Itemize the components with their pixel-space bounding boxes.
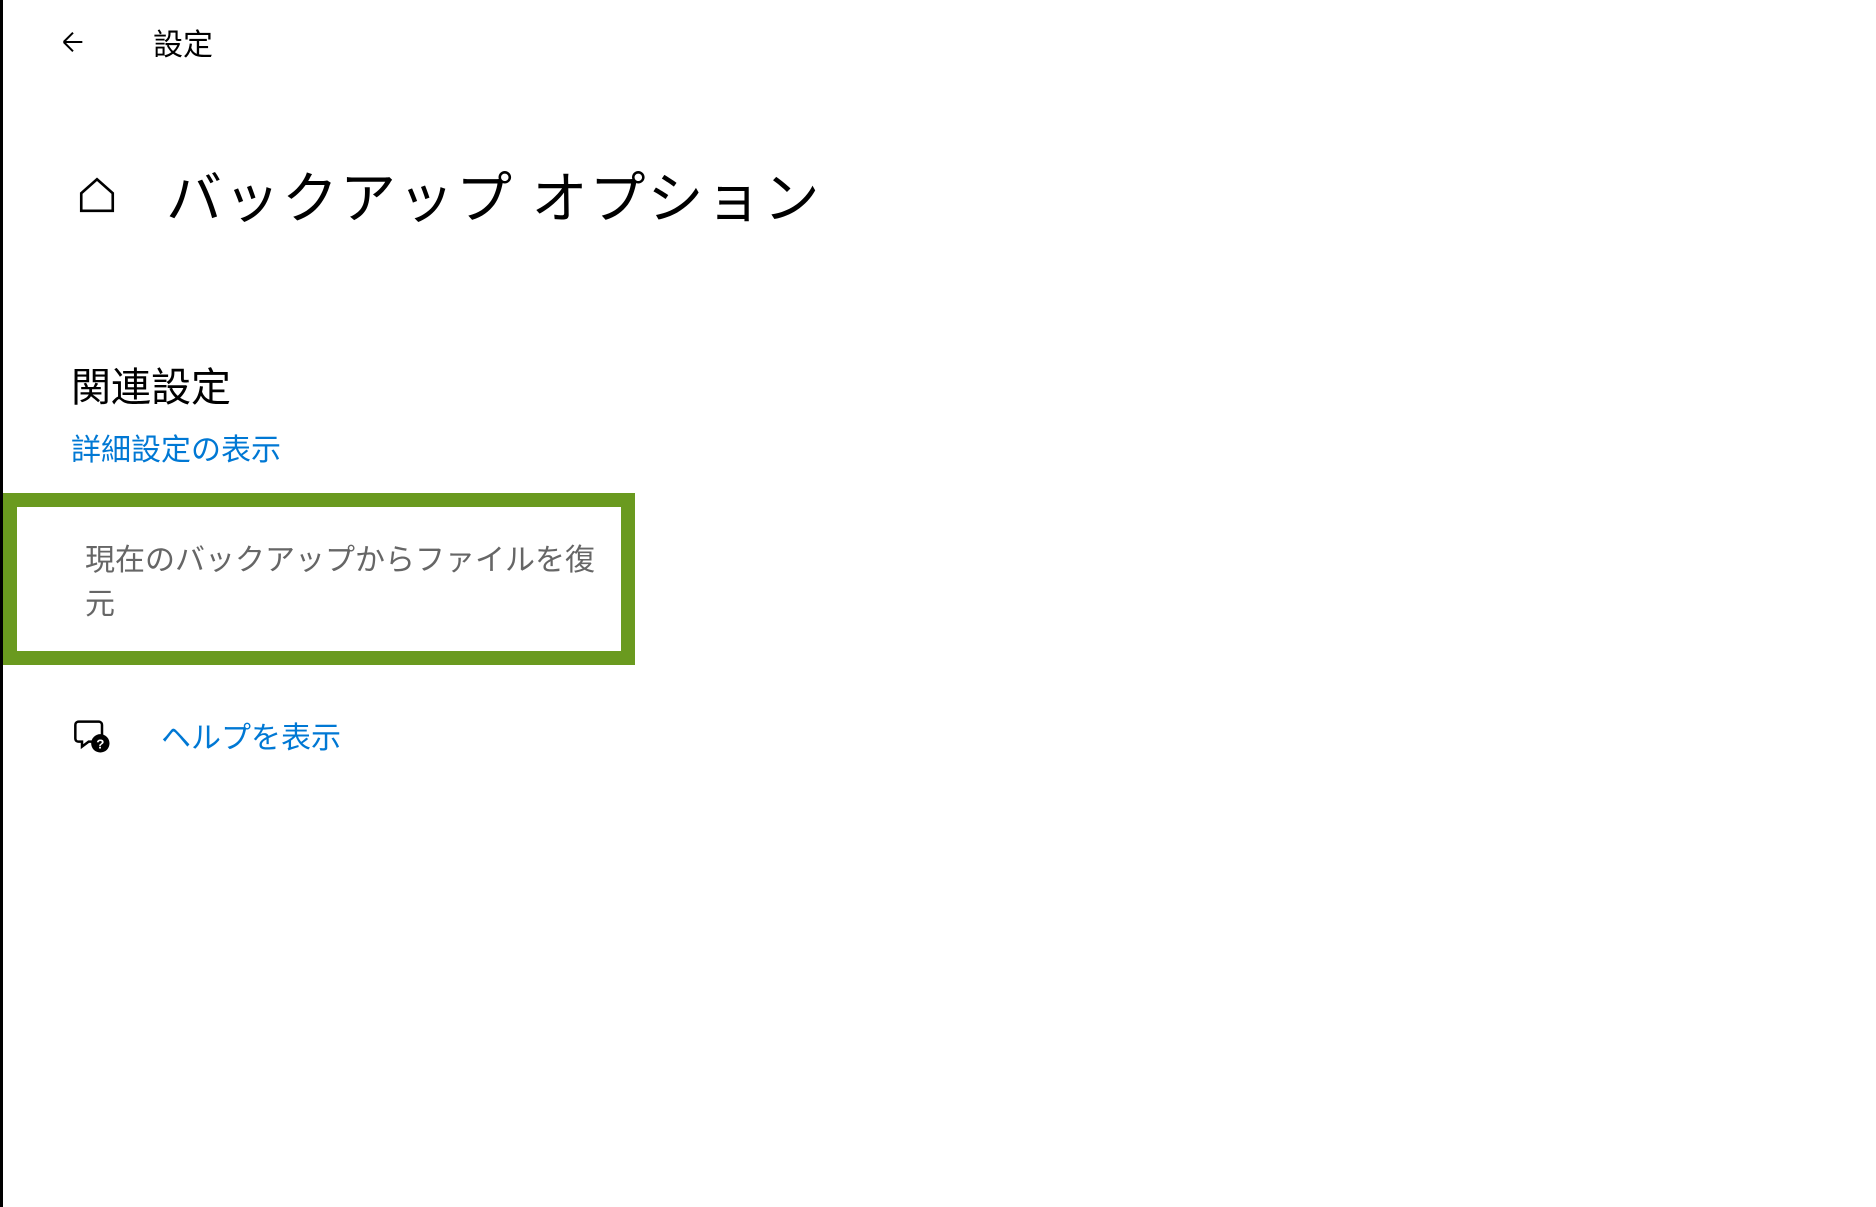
help-link[interactable]: ヘルプを表示 [161, 713, 341, 757]
home-icon [76, 174, 118, 216]
restore-highlight-box: 現在のバックアップからファイルを復元 [3, 493, 635, 665]
related-settings-section: 関連設定 詳細設定の表示 現在のバックアップからファイルを復元 [3, 235, 1876, 665]
home-button[interactable] [73, 171, 121, 219]
help-icon-wrapper: ? [71, 714, 113, 756]
arrow-left-icon [57, 26, 89, 58]
page-title: バックアップ オプション [166, 154, 822, 235]
help-row: ? ヘルプを表示 [3, 665, 1876, 757]
page-title-row: バックアップ オプション [3, 64, 1876, 235]
help-chat-icon: ? [72, 715, 112, 755]
section-heading: 関連設定 [71, 355, 1876, 413]
header-bar: 設定 [3, 0, 1876, 64]
restore-files-link[interactable]: 現在のバックアップからファイルを復元 [85, 544, 595, 621]
advanced-settings-link[interactable]: 詳細設定の表示 [71, 425, 281, 469]
back-button[interactable] [53, 22, 93, 62]
header-title: 設定 [153, 20, 213, 64]
svg-text:?: ? [96, 736, 104, 751]
